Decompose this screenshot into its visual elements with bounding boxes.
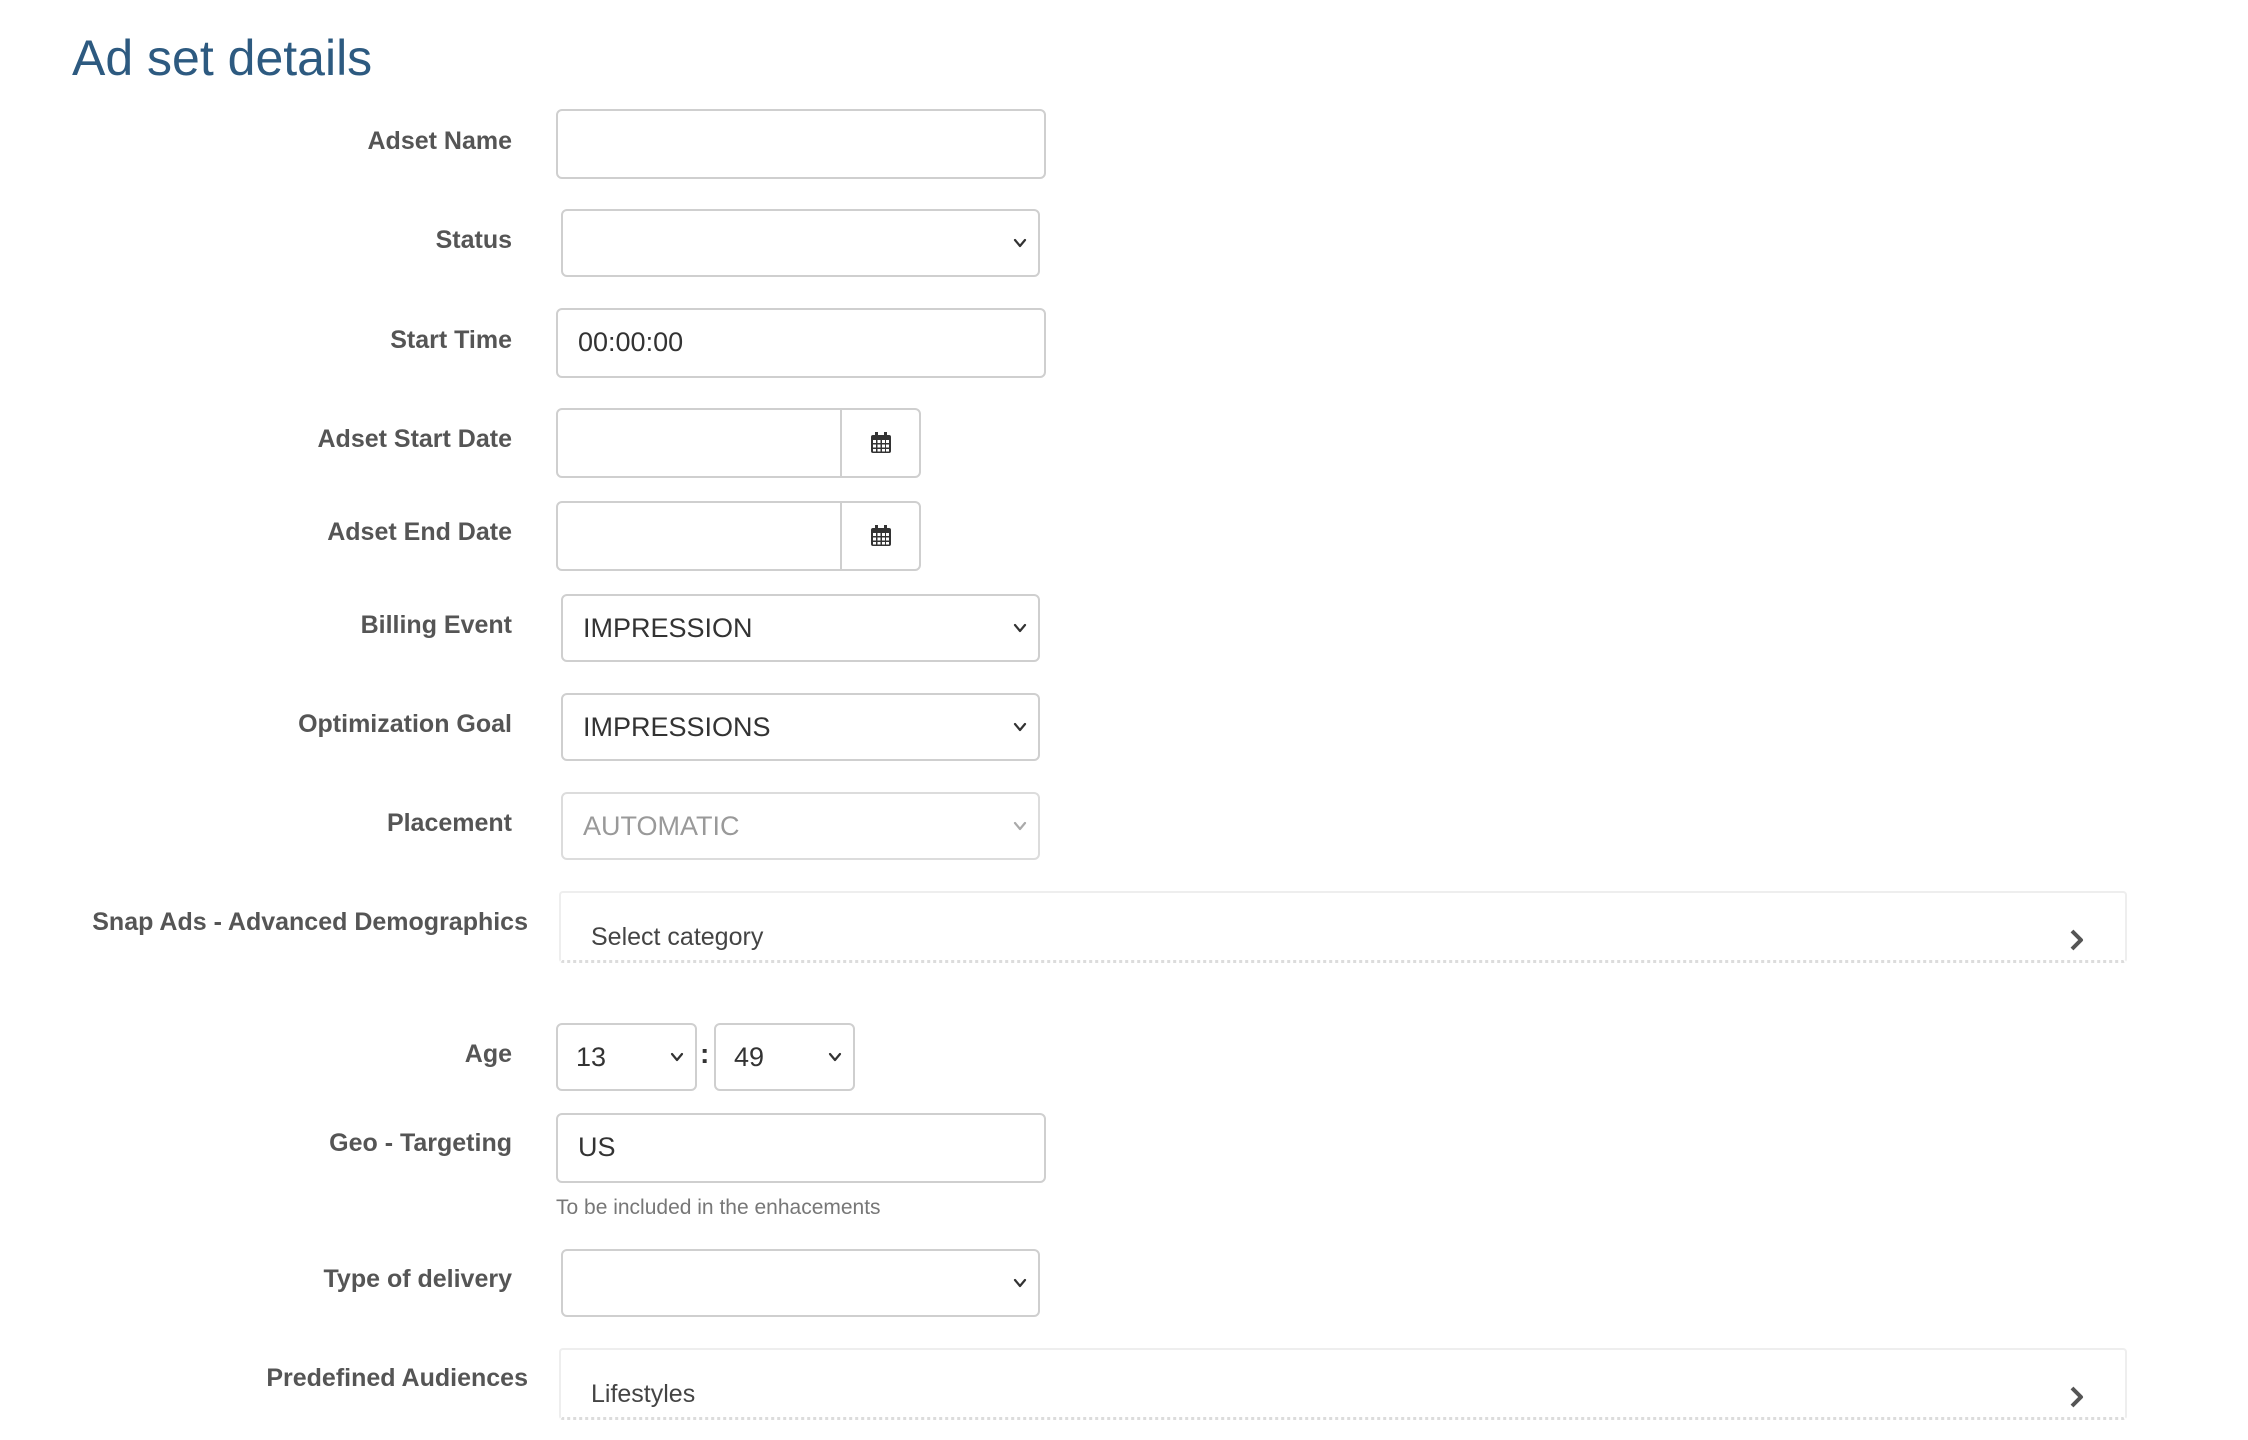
- geo-targeting-input[interactable]: US: [556, 1113, 1046, 1183]
- chevron-down-icon: [1013, 1278, 1027, 1288]
- page-title: Ad set details: [72, 30, 373, 86]
- billing-event-select[interactable]: IMPRESSION: [561, 594, 1040, 662]
- placement-value: AUTOMATIC: [583, 811, 740, 841]
- chevron-down-icon: [1013, 821, 1027, 831]
- optimization-goal-value: IMPRESSIONS: [583, 712, 771, 742]
- optimization-goal-select[interactable]: IMPRESSIONS: [561, 693, 1040, 761]
- adset-end-date-input[interactable]: [556, 501, 842, 571]
- adset-start-date-calendar-button[interactable]: [840, 408, 921, 478]
- start-time-input[interactable]: 00:00:00: [556, 308, 1046, 378]
- billing-event-value: IMPRESSION: [583, 613, 753, 643]
- adset-start-date-input[interactable]: [556, 408, 842, 478]
- chevron-down-icon: [1013, 238, 1027, 248]
- chevron-down-icon: [1013, 722, 1027, 732]
- adset-end-date-label: Adset End Date: [327, 518, 512, 546]
- predefined-audiences-label: Predefined Audiences: [266, 1364, 528, 1392]
- age-min-value: 13: [576, 1042, 607, 1072]
- chevron-down-icon: [828, 1052, 842, 1062]
- placement-select: AUTOMATIC: [561, 792, 1040, 860]
- demographics-category-selector[interactable]: Select category: [559, 891, 2127, 963]
- type-of-delivery-select[interactable]: [561, 1249, 1040, 1317]
- optimization-goal-label: Optimization Goal: [298, 710, 512, 738]
- start-time-value: 00:00:00: [578, 327, 684, 357]
- predefined-audiences-selector[interactable]: Lifestyles: [559, 1348, 2127, 1420]
- status-select[interactable]: [561, 209, 1040, 277]
- adset-name-label: Adset Name: [367, 127, 513, 155]
- adset-name-input[interactable]: [556, 109, 1046, 179]
- geo-targeting-label: Geo - Targeting: [329, 1129, 512, 1157]
- demographics-selector-text: Select category: [591, 923, 764, 951]
- geo-targeting-help-text: To be included in the enhacements: [556, 1196, 881, 1219]
- chevron-right-icon: [2070, 1386, 2083, 1408]
- age-separator: :: [700, 1038, 710, 1069]
- adset-start-date-label: Adset Start Date: [317, 425, 513, 453]
- start-time-label: Start Time: [390, 326, 512, 354]
- type-of-delivery-label: Type of delivery: [323, 1265, 513, 1293]
- billing-event-label: Billing Event: [360, 611, 512, 639]
- adset-end-date-calendar-button[interactable]: [840, 501, 921, 571]
- age-max-select[interactable]: 49: [714, 1023, 855, 1091]
- age-min-select[interactable]: 13: [556, 1023, 697, 1091]
- predefined-audiences-selector-text: Lifestyles: [591, 1380, 696, 1408]
- chevron-right-icon: [2070, 929, 2083, 951]
- age-max-value: 49: [734, 1042, 765, 1072]
- demographics-label: Snap Ads - Advanced Demographics: [92, 908, 528, 936]
- chevron-down-icon: [670, 1052, 684, 1062]
- status-label: Status: [435, 226, 512, 254]
- calendar-icon: [871, 525, 891, 546]
- placement-label: Placement: [386, 809, 512, 837]
- calendar-icon: [871, 432, 891, 453]
- geo-targeting-value: US: [578, 1132, 616, 1162]
- chevron-down-icon: [1013, 623, 1027, 633]
- age-label: Age: [464, 1040, 512, 1068]
